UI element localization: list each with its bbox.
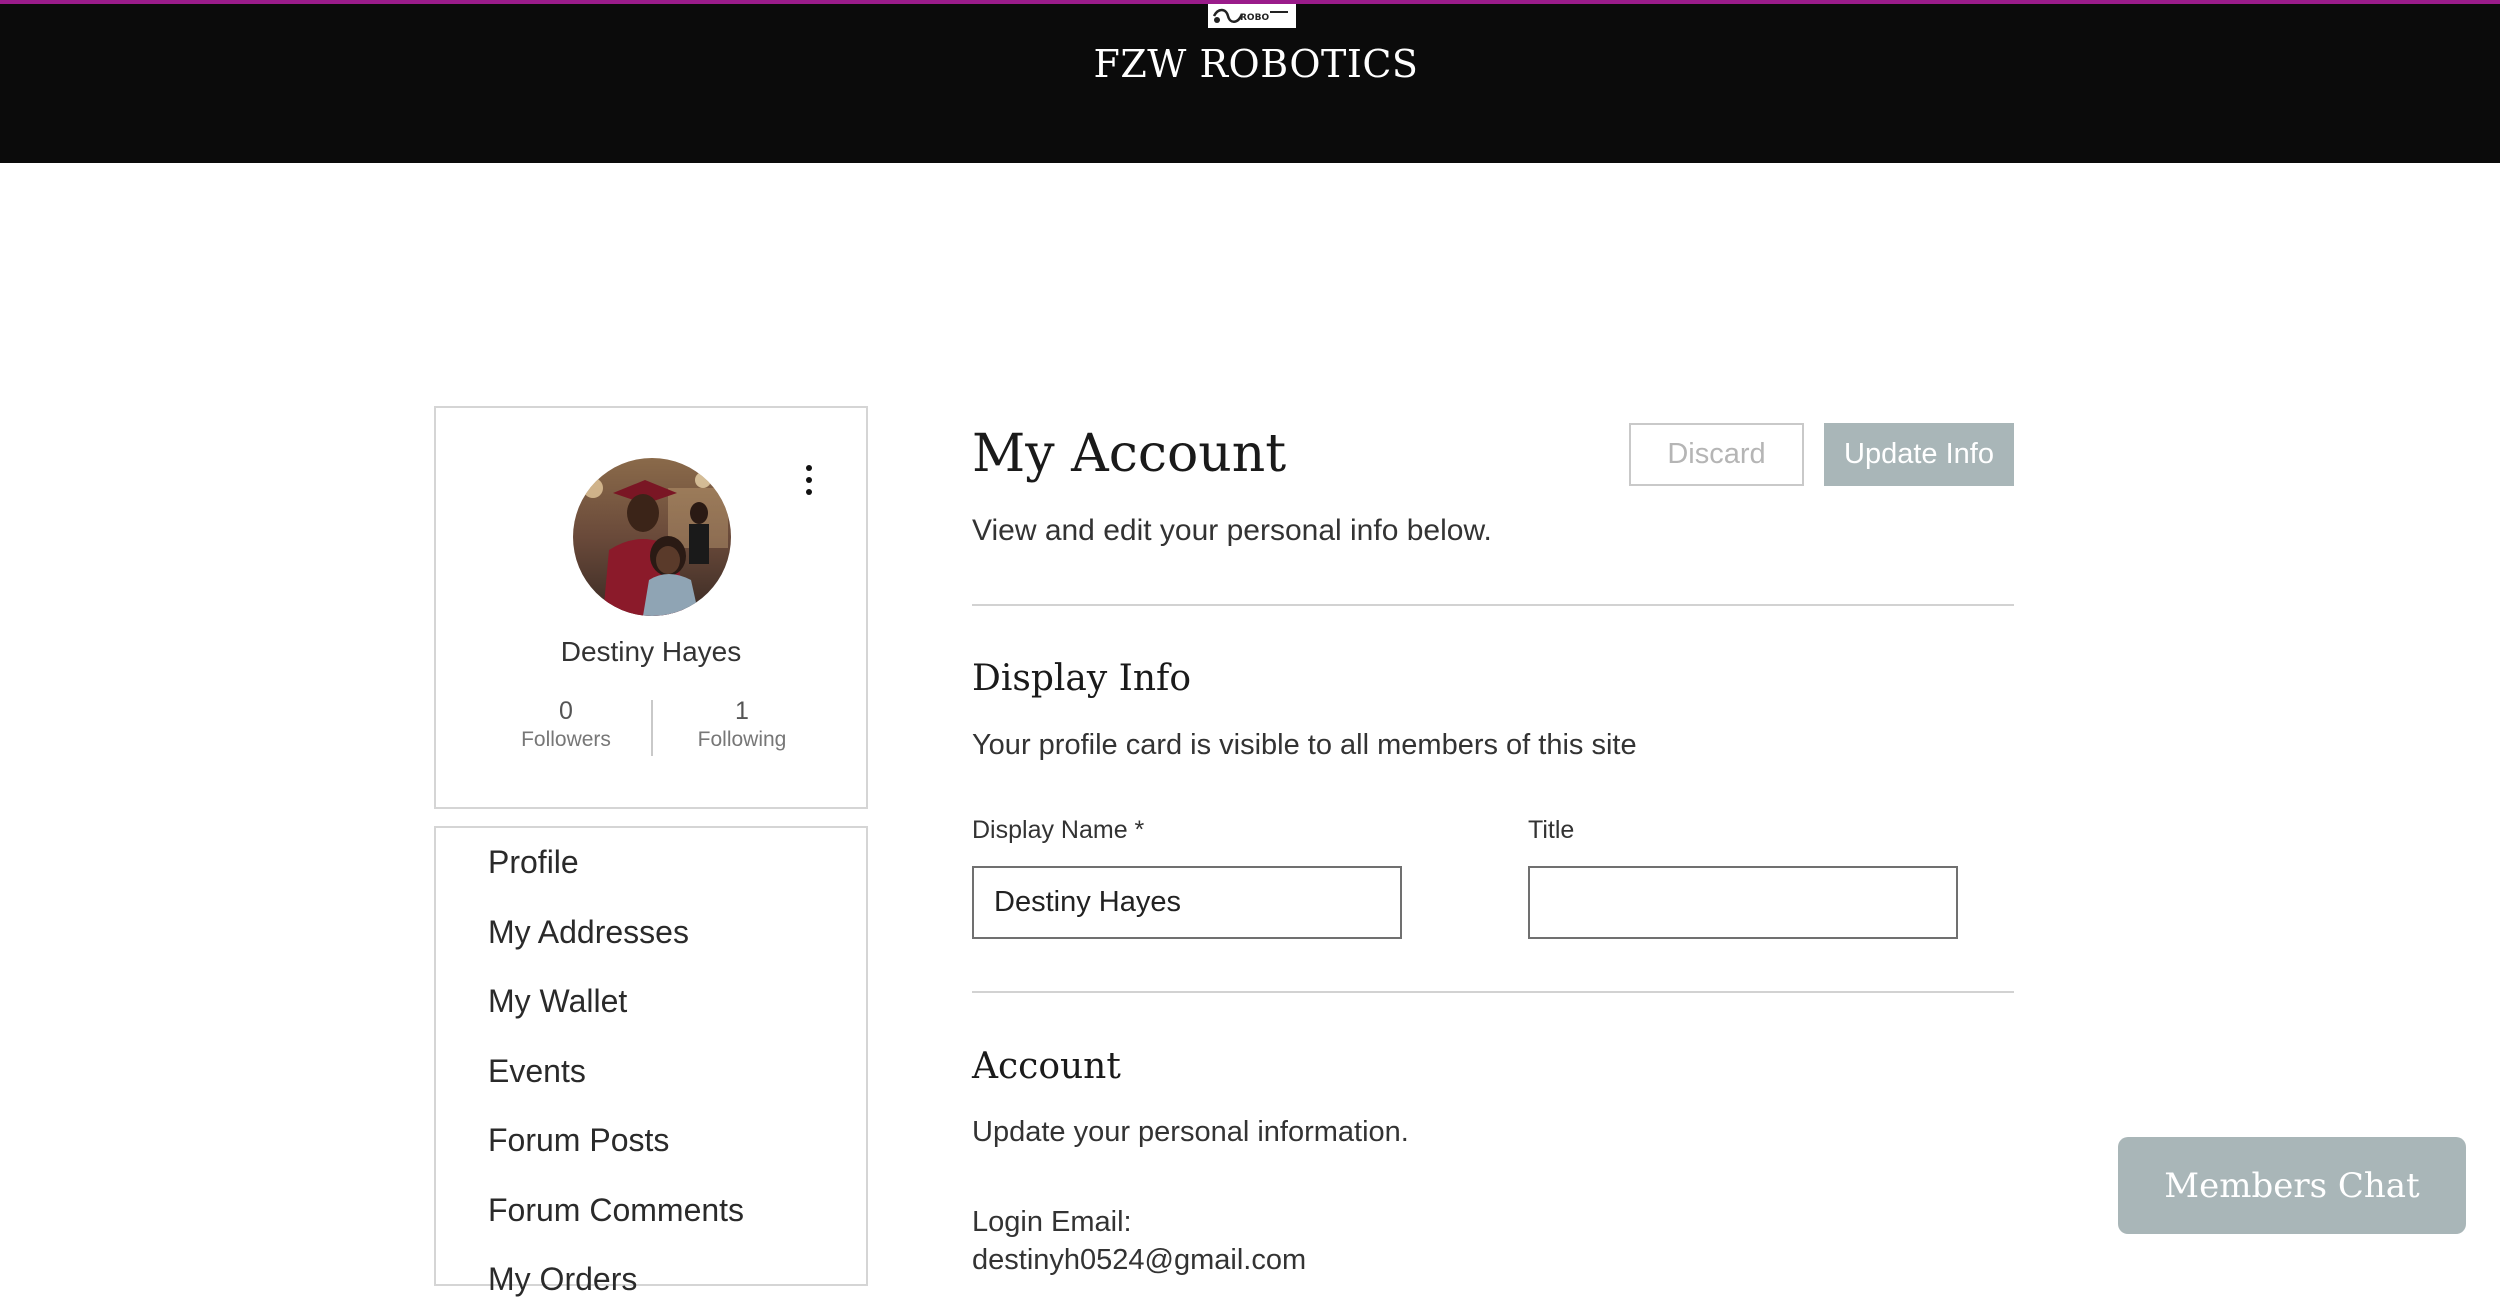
site-title[interactable]: FZW ROBOTICS bbox=[0, 42, 2500, 86]
section-divider bbox=[972, 604, 2014, 606]
more-dot bbox=[806, 477, 812, 483]
more-options-icon[interactable] bbox=[794, 460, 824, 500]
nav-item-forum-comments[interactable]: Forum Comments bbox=[488, 1192, 744, 1229]
section-divider bbox=[972, 991, 2014, 993]
account-section-title: Account bbox=[972, 1046, 1121, 1087]
followers-stat[interactable]: 0 Followers bbox=[486, 696, 646, 754]
following-stat[interactable]: 1 Following bbox=[662, 696, 822, 754]
members-chat-button[interactable]: Members Chat bbox=[2118, 1137, 2466, 1234]
discard-button[interactable]: Discard bbox=[1629, 423, 1804, 486]
site-logo[interactable]: ROBO bbox=[1208, 4, 1296, 28]
more-dot bbox=[806, 465, 812, 471]
nav-item-my-wallet[interactable]: My Wallet bbox=[488, 983, 627, 1020]
display-name-input[interactable] bbox=[972, 866, 1402, 939]
title-input[interactable] bbox=[1528, 866, 1958, 939]
svg-text:ROBO: ROBO bbox=[1240, 13, 1269, 23]
stats-divider bbox=[651, 700, 653, 756]
followers-label: Followers bbox=[521, 728, 611, 751]
account-nav: Profile My Addresses My Wallet Events Fo… bbox=[434, 826, 868, 1297]
update-info-button[interactable]: Update Info bbox=[1824, 423, 2014, 486]
title-label: Title bbox=[1528, 816, 1575, 844]
avatar[interactable] bbox=[573, 458, 731, 616]
display-info-subtitle: Your profile card is visible to all memb… bbox=[972, 729, 1637, 761]
login-email-label: Login Email: bbox=[972, 1206, 1132, 1238]
nav-item-forum-posts[interactable]: Forum Posts bbox=[488, 1122, 669, 1159]
following-label: Following bbox=[697, 728, 787, 751]
profile-card: Destiny Hayes 0 Followers 1 Following bbox=[434, 406, 868, 809]
profile-name: Destiny Hayes bbox=[560, 636, 742, 667]
page-subtitle: View and edit your personal info below. bbox=[972, 514, 1492, 547]
site-header: ROBO FZW ROBOTICS bbox=[0, 4, 2500, 163]
followers-count: 0 bbox=[559, 697, 573, 725]
display-info-title: Display Info bbox=[972, 658, 1192, 699]
nav-item-profile[interactable]: Profile bbox=[488, 844, 579, 881]
nav-item-my-orders[interactable]: My Orders bbox=[488, 1261, 637, 1298]
following-count: 1 bbox=[735, 697, 749, 725]
display-name-label: Display Name * bbox=[972, 816, 1145, 844]
profile-stats: 0 Followers 1 Following bbox=[436, 696, 866, 756]
page-title: My Account bbox=[972, 424, 1287, 484]
login-email-value: destinyh0524@gmail.com bbox=[972, 1244, 1307, 1276]
nav-item-events[interactable]: Events bbox=[488, 1053, 586, 1090]
nav-item-my-addresses[interactable]: My Addresses bbox=[488, 914, 689, 951]
account-section-subtitle: Update your personal information. bbox=[972, 1116, 1409, 1148]
more-dot bbox=[806, 489, 812, 495]
